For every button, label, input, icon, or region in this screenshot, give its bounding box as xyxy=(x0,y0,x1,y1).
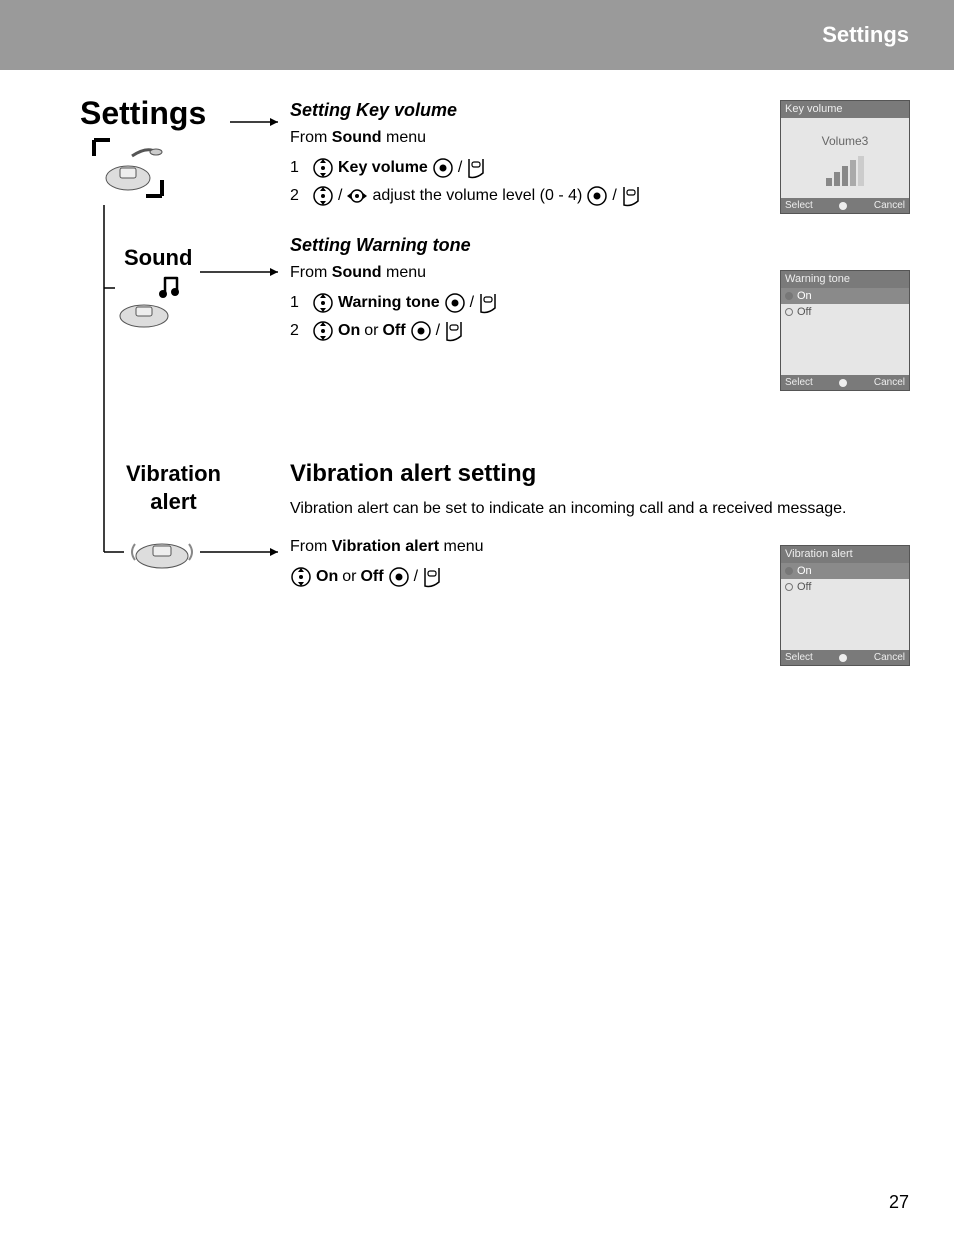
text: From xyxy=(290,129,332,146)
warning-tone-heading: Setting Warning tone xyxy=(290,235,760,256)
center-key-icon xyxy=(410,320,432,342)
separator: / xyxy=(414,568,418,586)
step-number: 2 xyxy=(290,187,308,205)
volume-value: Volume3 xyxy=(787,134,903,148)
on-label: On xyxy=(338,322,360,340)
warning-tone-section: Setting Warning tone From Sound menu 1 W… xyxy=(290,235,760,348)
option-on: On xyxy=(781,288,909,304)
text: From xyxy=(290,538,332,555)
key-volume-from: From Sound menu xyxy=(290,129,760,147)
joystick-updown-icon xyxy=(312,185,334,207)
phone-screen-vibration-alert: Vibration alert On Off Select Cancel xyxy=(780,545,910,666)
screen-softkeys: Select Cancel xyxy=(781,650,909,665)
volume-bars-icon xyxy=(787,156,903,186)
step-label: Key volume xyxy=(338,159,428,177)
or-text: or xyxy=(342,568,356,586)
text: menu xyxy=(382,264,426,281)
separator: / xyxy=(436,322,440,340)
text-bold: Vibration alert xyxy=(332,538,439,555)
joystick-leftright-icon xyxy=(346,185,368,207)
step-number: 1 xyxy=(290,294,308,312)
step-number: 1 xyxy=(290,159,308,177)
step-label: Warning tone xyxy=(338,294,440,312)
option-off: Off xyxy=(781,579,909,595)
off-label: Off xyxy=(360,568,383,586)
center-key-icon xyxy=(388,566,410,588)
joystick-updown-icon xyxy=(290,566,312,588)
screen-softkeys: Select Cancel xyxy=(781,375,909,390)
softkey-cancel: Cancel xyxy=(874,200,905,211)
option-label: On xyxy=(797,290,812,302)
softkey-icon xyxy=(621,185,641,207)
joystick-updown-icon xyxy=(312,292,334,314)
screen-title: Key volume xyxy=(781,101,909,118)
radio-icon xyxy=(785,308,793,316)
or-text: or xyxy=(364,322,378,340)
key-volume-heading: Setting Key volume xyxy=(290,100,760,121)
text: menu xyxy=(382,129,426,146)
vibration-alert-setting-heading: Vibration alert setting xyxy=(290,460,890,488)
option-label: Off xyxy=(797,581,811,593)
center-key-indicator-icon xyxy=(839,202,847,210)
text: From xyxy=(290,264,332,281)
softkey-cancel: Cancel xyxy=(874,377,905,388)
key-volume-step1: 1 Key volume / xyxy=(290,157,760,179)
center-key-icon xyxy=(444,292,466,314)
separator: / xyxy=(458,159,462,177)
option-label: Off xyxy=(797,306,811,318)
step-text: adjust the volume level (0 - 4) xyxy=(372,187,582,205)
warning-tone-step1: 1 Warning tone / xyxy=(290,292,760,314)
radio-icon xyxy=(785,567,793,575)
softkey-select: Select xyxy=(785,200,813,211)
screen-title: Vibration alert xyxy=(781,546,909,563)
warning-tone-from: From Sound menu xyxy=(290,264,760,282)
center-key-indicator-icon xyxy=(839,379,847,387)
text-bold: Sound xyxy=(332,264,382,281)
softkey-icon xyxy=(466,157,486,179)
joystick-updown-icon xyxy=(312,157,334,179)
step-number: 2 xyxy=(290,322,308,340)
screen-title: Warning tone xyxy=(781,271,909,288)
center-key-icon xyxy=(432,157,454,179)
center-key-icon xyxy=(586,185,608,207)
softkey-select: Select xyxy=(785,377,813,388)
separator: / xyxy=(338,187,342,205)
page-number: 27 xyxy=(889,1192,909,1213)
text: menu xyxy=(439,538,483,555)
phone-screen-warning-tone: Warning tone On Off Select Cancel xyxy=(780,270,910,391)
off-label: Off xyxy=(382,322,405,340)
softkey-icon xyxy=(422,566,442,588)
softkey-select: Select xyxy=(785,652,813,663)
separator: / xyxy=(470,294,474,312)
center-key-indicator-icon xyxy=(839,654,847,662)
softkey-icon xyxy=(444,320,464,342)
phone-screen-key-volume: Key volume Volume3 Select Cancel xyxy=(780,100,910,214)
option-on: On xyxy=(781,563,909,579)
option-label: On xyxy=(797,565,812,577)
option-off: Off xyxy=(781,304,909,320)
screen-body: Volume3 xyxy=(781,118,909,198)
key-volume-step2: 2 / adjust the volume level (0 - 4) / xyxy=(290,185,760,207)
joystick-updown-icon xyxy=(312,320,334,342)
text-bold: Sound xyxy=(332,129,382,146)
warning-tone-step2: 2 On or Off / xyxy=(290,320,760,342)
separator: / xyxy=(612,187,616,205)
softkey-icon xyxy=(478,292,498,314)
radio-icon xyxy=(785,292,793,300)
radio-icon xyxy=(785,583,793,591)
key-volume-section: Setting Key volume From Sound menu 1 Key… xyxy=(290,100,760,213)
softkey-cancel: Cancel xyxy=(874,652,905,663)
screen-softkeys: Select Cancel xyxy=(781,198,909,213)
on-label: On xyxy=(316,568,338,586)
vibration-alert-description: Vibration alert can be set to indicate a… xyxy=(290,500,890,518)
